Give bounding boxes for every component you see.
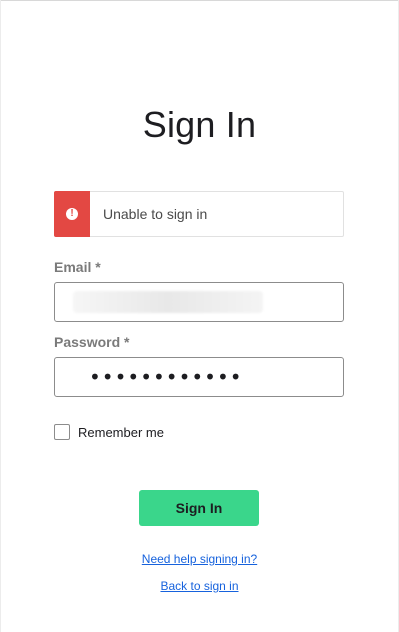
error-alert: ! Unable to sign in — [54, 191, 344, 237]
sign-in-button[interactable]: Sign In — [139, 490, 259, 526]
window-left-border — [0, 0, 1, 632]
back-to-sign-in-link[interactable]: Back to sign in — [0, 579, 399, 593]
remember-me-checkbox[interactable] — [54, 424, 70, 440]
exclamation-circle-icon: ! — [66, 208, 78, 220]
password-value: •••••••••••• — [89, 365, 243, 389]
remember-me-label[interactable]: Remember me — [78, 425, 164, 440]
email-label: Email * — [54, 259, 101, 275]
window-top-border — [0, 0, 399, 1]
email-value-redacted — [73, 291, 263, 313]
password-label: Password * — [54, 334, 130, 350]
email-field[interactable] — [54, 282, 344, 322]
need-help-link[interactable]: Need help signing in? — [0, 552, 399, 566]
page-title: Sign In — [142, 104, 257, 145]
alert-message: Unable to sign in — [103, 206, 208, 222]
alert-icon-container: ! — [54, 191, 90, 237]
remember-me-row[interactable]: Remember me — [54, 424, 164, 440]
password-field[interactable]: •••••••••••• — [54, 357, 344, 397]
